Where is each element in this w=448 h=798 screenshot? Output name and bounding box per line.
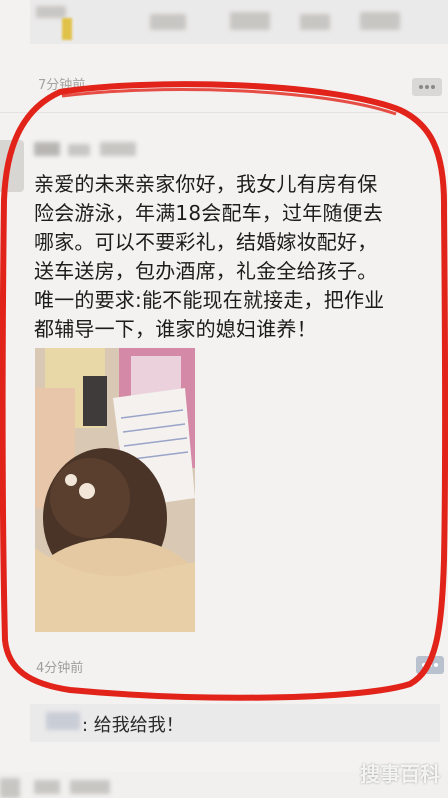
post-photo[interactable] bbox=[35, 348, 195, 632]
more-button[interactable] bbox=[416, 656, 444, 674]
previous-post-time: 7分钟前 bbox=[38, 78, 86, 93]
comment-text: : 给我给我！ bbox=[82, 715, 184, 736]
avatar[interactable] bbox=[0, 140, 24, 192]
blurred-name bbox=[34, 780, 60, 794]
blurred-name-part bbox=[100, 142, 136, 156]
poster-name[interactable] bbox=[34, 140, 144, 160]
blurred-text bbox=[150, 14, 186, 30]
watermark: 搜事百科 bbox=[360, 762, 440, 786]
blurred-name bbox=[70, 780, 110, 794]
divider bbox=[0, 112, 448, 113]
blurred-text bbox=[230, 12, 270, 30]
dot-icon bbox=[419, 85, 423, 89]
dot-icon bbox=[422, 663, 426, 667]
dot-icon bbox=[428, 663, 432, 667]
photo-girl-doing-homework bbox=[35, 348, 195, 632]
blurred-text bbox=[360, 12, 400, 30]
dot-icon bbox=[425, 85, 429, 89]
comment-author[interactable] bbox=[46, 712, 80, 730]
blurred-name bbox=[36, 6, 66, 18]
previous-comment-box bbox=[30, 0, 448, 44]
dot-icon bbox=[431, 85, 435, 89]
dot-icon bbox=[434, 663, 438, 667]
blurred-name-part bbox=[34, 142, 60, 156]
blurred-highlight bbox=[62, 18, 72, 40]
blurred-avatar bbox=[0, 778, 20, 798]
blurred-text bbox=[300, 14, 330, 30]
post-text: 亲爱的未来亲家你好，我女儿有房有保 险会游泳，年满18会配车，过年随便去 哪家。… bbox=[34, 172, 385, 341]
blurred-name-part bbox=[68, 144, 90, 156]
post-time: 4分钟前 bbox=[36, 661, 84, 676]
previous-more-button[interactable] bbox=[412, 78, 442, 96]
